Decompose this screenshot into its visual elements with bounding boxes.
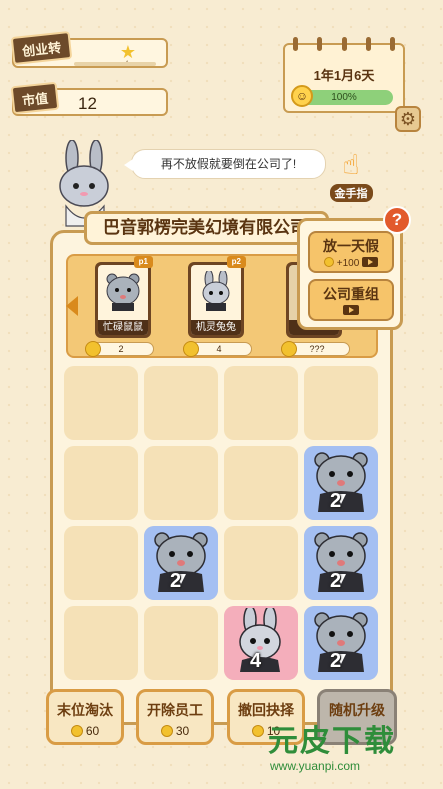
grid-cell[interactable] [144, 446, 218, 520]
gold-finger-label: 金手指 [329, 184, 373, 202]
grid-cell[interactable] [224, 446, 298, 520]
scroll-left-arrow-icon[interactable] [66, 296, 78, 316]
character-cost: 2 [85, 341, 154, 357]
market-value: 12 [78, 94, 97, 113]
take-holiday-button[interactable]: 放一天假 +100 [308, 231, 394, 273]
calendar: 1年1月6天 100% ☺ [283, 37, 405, 113]
video-icon [362, 257, 379, 267]
settings-button[interactable]: ⚙ [395, 106, 421, 132]
holiday-reward: +100 [310, 257, 392, 269]
tile-level: 2 [330, 490, 342, 512]
action-label: 随机升级 [329, 702, 385, 718]
market-value-plaque: 市值 12 [10, 81, 168, 116]
coin-icon [70, 725, 83, 737]
hamster-icon [106, 273, 140, 311]
help-button[interactable]: ? [383, 206, 411, 234]
coin-icon [281, 341, 297, 357]
grid-cell[interactable] [224, 526, 298, 600]
star-icon: ★ [119, 42, 137, 62]
grid-cell[interactable] [144, 366, 218, 440]
tile-level: 2 [330, 650, 342, 672]
character-badge: p1 [133, 256, 153, 268]
watermark-brand: 元皮下载 [268, 725, 396, 758]
calendar-ring-icon [293, 37, 298, 51]
coin-icon [160, 725, 173, 737]
restructure-ad [310, 305, 392, 317]
restructure-label: 公司重组 [323, 286, 379, 302]
restructure-button[interactable]: 公司重组 [308, 279, 394, 321]
action-cost: 30 [139, 724, 211, 738]
character-name: 忙碌鼠鼠 [98, 320, 148, 335]
gold-finger-popup: 放一天假 +100 公司重组 [297, 218, 403, 330]
rabbit-tile[interactable]: 4 [224, 606, 298, 680]
action-button-fire-employee[interactable]: 开除员工 30 [136, 689, 214, 745]
coin-icon [85, 341, 101, 357]
grid-cell[interactable] [304, 366, 378, 440]
hamster-tile[interactable]: 2 [304, 526, 378, 600]
rank-progress-bar [74, 62, 156, 66]
watermark-url: www.yuanpi.com [270, 759, 361, 773]
smile-icon: ☺ [291, 85, 313, 107]
rank-label: 创业转 [10, 30, 73, 66]
grid-cell[interactable] [144, 606, 218, 680]
character-cost: ??? [281, 341, 350, 357]
watermark: 元皮下载 www.yuanpi.com [268, 725, 438, 785]
grid-cell[interactable] [224, 366, 298, 440]
speech-bubble: 再不放假就要倒在公司了! [124, 149, 326, 179]
rank-plaque: 创业转 ★ 4 [10, 30, 168, 68]
action-label: 开除员工 [147, 702, 203, 718]
calendar-ring-icon [365, 37, 371, 51]
grid-cell[interactable] [64, 526, 138, 600]
company-name: 巴音郭楞完美幻境有限公司 [84, 211, 329, 245]
action-label: 撤回抉择 [238, 702, 294, 718]
gold-finger-button[interactable]: ☝ 金手指 [326, 148, 376, 203]
market-value-label: 市值 [10, 81, 60, 115]
rabbit-icon [202, 271, 230, 311]
character-name: 机灵兔兔 [191, 320, 241, 335]
grid-cell[interactable] [64, 606, 138, 680]
video-icon [343, 305, 359, 315]
character-cost: 4 [183, 341, 252, 357]
action-button-eliminate-last[interactable]: 末位淘汰 60 [46, 689, 124, 745]
calendar-ring-icon [341, 37, 347, 51]
merge-grid: 2 2 2 4 2 [64, 366, 380, 686]
character-badge: p2 [226, 256, 246, 268]
calendar-date: 1年1月6天 [313, 68, 375, 83]
grid-cell[interactable] [64, 366, 138, 440]
calendar-ring-icon [317, 37, 323, 51]
action-cost: 60 [49, 724, 121, 738]
coin-icon [183, 341, 199, 357]
calendar-ring-icon [390, 37, 395, 51]
holiday-label: 放一天假 [323, 238, 379, 254]
hamster-tile[interactable]: 2 [304, 446, 378, 520]
action-label: 末位淘汰 [57, 702, 113, 718]
grid-cell[interactable] [64, 446, 138, 520]
character-card[interactable]: 机灵兔兔 p2 [188, 256, 246, 338]
smile-icon [323, 257, 334, 267]
gear-icon: ⚙ [399, 109, 417, 129]
pointing-hand-icon: ☝ [342, 149, 360, 180]
tile-level: 4 [250, 650, 262, 672]
hamster-tile[interactable]: 2 [304, 606, 378, 680]
tile-level: 2 [170, 570, 182, 592]
hamster-tile[interactable]: 2 [144, 526, 218, 600]
character-card[interactable]: 忙碌鼠鼠 p1 [95, 256, 153, 338]
coin-icon [251, 725, 264, 737]
tile-level: 2 [330, 570, 342, 592]
